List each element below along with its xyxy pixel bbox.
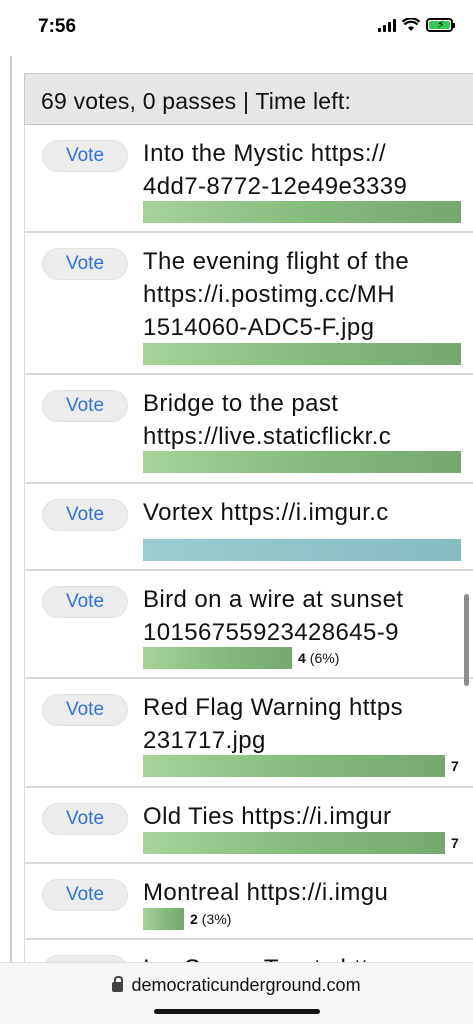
entry-title[interactable]: Red Flag Warning https 231717.jpg [143,691,473,757]
result-count-label: 4 (6%) [298,650,339,666]
status-time: 7:56 [38,16,77,37]
vote-button[interactable]: Vote [42,694,128,726]
vote-count: 7 [451,835,459,851]
result-bar-group [143,201,461,223]
vote-count: 2 [190,911,198,927]
vote-button[interactable]: Vote [42,803,128,835]
entry-title[interactable]: Bridge to the past https://live.staticfli… [143,387,473,453]
entry-title[interactable]: Bird on a wire at sunset 1015675592342864… [143,583,473,649]
entry-title[interactable]: The evening flight of the https://i.posti… [143,245,473,344]
result-count-label: 7 [451,835,459,851]
home-indicator[interactable] [154,1009,320,1014]
vote-count: 4 [298,650,306,666]
result-bar-group: 2 (3%) [143,908,231,930]
entry-title-line: Montreal https://i.imgu [143,879,389,906]
entry-title-line: Old Ties https://i.imgur [143,803,392,830]
vote-button[interactable]: Vote [42,955,128,962]
cellular-signal-icon [378,18,396,32]
result-bar [143,908,184,930]
vote-button[interactable]: Vote [42,390,128,422]
vote-count: 7 [451,758,459,774]
vote-button[interactable]: Vote [42,140,128,172]
entry-title-line: Vortex https://i.imgur.c [143,499,389,526]
status-icons: ⚡ [378,18,455,32]
result-bar [143,343,461,365]
result-bar-group: 7 [143,755,459,777]
vote-button[interactable]: Vote [42,586,128,618]
entry-title[interactable]: Montreal https://i.imgu [143,876,473,909]
result-bar [143,539,461,561]
poll-frame: 69 votes, 0 passes | Time left: Vote Into… [10,56,473,962]
entry-title[interactable]: Old Ties https://i.imgur [143,800,473,833]
battery-icon: ⚡ [426,18,455,32]
poll-entry-row: Vote The evening flight of the https://i.p… [24,233,473,375]
result-bar-group: 4 (6%) [143,647,339,669]
result-bar [143,755,445,777]
wifi-icon [402,18,420,31]
address-display[interactable]: democraticunderground.com [0,975,473,996]
poll-entry-row: Vote Vortex https://i.imgur.c [24,484,473,571]
result-bar [143,451,461,473]
result-bar-group [143,343,461,365]
result-bar-group [143,539,461,561]
poll-entry-row: Vote Bridge to the past https://live.stati… [24,375,473,484]
entry-title[interactable]: Into the Mystic https:// 4dd7-8772-12e49e… [143,137,473,203]
result-count-label: 2 (3%) [190,911,231,927]
poll-entry-row: Vote Bird on a wire at sunset 101567559234… [24,571,473,679]
entry-title-line: https://i.postimg.cc/MH [143,281,395,308]
entry-title[interactable]: Vortex https://i.imgur.c [143,496,473,529]
result-count-label: 7 [451,758,459,774]
status-bar: 7:56 ⚡ [0,0,473,56]
vote-button[interactable]: Vote [42,499,128,531]
entry-title-line: The evening flight of the [143,248,410,275]
entry-title-line: Bridge to the past [143,390,339,417]
poll-container: 69 votes, 0 passes | Time left: Vote Into… [24,73,473,962]
poll-header: 69 votes, 0 passes | Time left: [24,73,473,125]
poll-entry-row: Vote Red Flag Warning https 231717.jpg 7 [24,679,473,788]
entry-title-line: Ice Cream Treats https: [143,952,473,962]
result-bar [143,201,461,223]
result-bar-group [143,451,461,473]
entry-title-line: Bird on a wire at sunset [143,586,404,613]
vote-button[interactable]: Vote [42,248,128,280]
entry-title-line: 10156755923428645-9 [143,619,399,646]
poll-entry-row: Vote Montreal https://i.imgu 2 (3%) [24,864,473,940]
entry-title-line: 231717.jpg [143,727,266,754]
entry-title-line: Into the Mystic https:// [143,140,387,167]
vote-percent: (3%) [201,911,232,927]
vote-button[interactable]: Vote [42,879,128,911]
poll-entry-row: Vote Into the Mystic https:// 4dd7-8772-12… [24,125,473,233]
result-bar-group: 7 [143,832,459,854]
poll-entry-row: Vote Old Ties https://i.imgur 7 [24,788,473,864]
entry-title-line: https://live.staticflickr.c [143,423,392,450]
entry-title-line: 1514060-ADC5-F.jpg [143,314,375,341]
entry-title-line: Red Flag Warning https [143,694,404,721]
entry-title[interactable]: Ice Cream Treats https: [143,952,473,962]
entry-title-line: 4dd7-8772-12e49e3339 [143,173,408,200]
browser-address-bar[interactable]: democraticunderground.com [0,962,473,1024]
scroll-indicator[interactable] [464,594,469,686]
vote-percent: (6%) [309,650,340,666]
lock-icon [112,976,124,992]
result-bar [143,832,445,854]
result-bar [143,647,292,669]
poll-entry-row: Vote Ice Cream Treats https: [24,940,473,962]
url-text: democraticunderground.com [131,975,361,995]
